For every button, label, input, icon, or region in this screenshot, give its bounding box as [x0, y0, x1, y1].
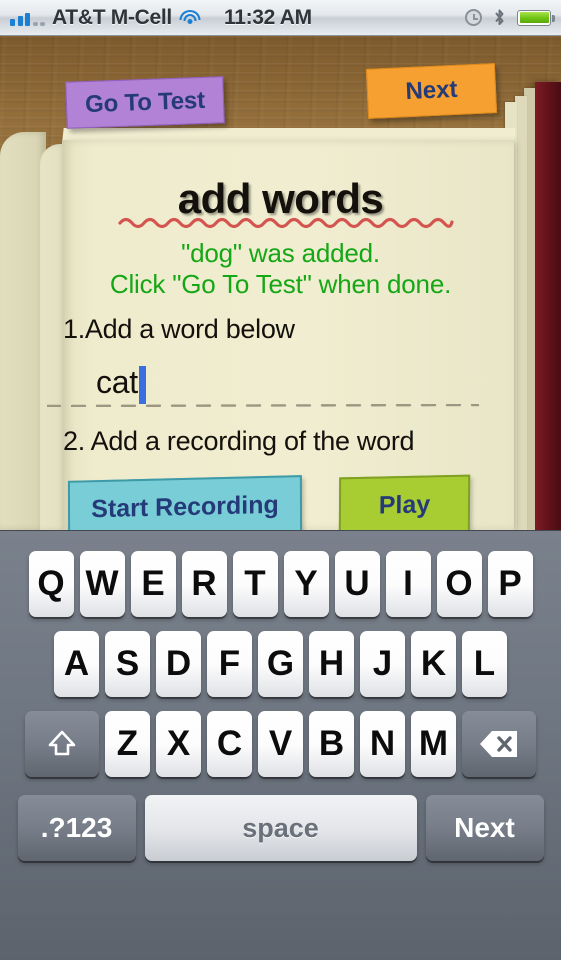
key-s[interactable]: S: [105, 631, 150, 697]
key-w[interactable]: W: [79, 551, 125, 617]
key-o[interactable]: O: [436, 551, 482, 617]
key-v[interactable]: V: [258, 711, 303, 777]
key-c[interactable]: C: [207, 711, 252, 777]
keyboard-row-2: ASDFGHJKL: [0, 617, 561, 697]
key-g[interactable]: G: [258, 631, 303, 697]
key-x[interactable]: X: [156, 711, 201, 777]
instruction-message: Click "Go To Test" when done.: [109, 269, 452, 299]
iphone-screen: AT&T M-Cell 11:32 AM Go To Test Next add…: [0, 0, 561, 960]
go-to-test-label: Go To Test: [84, 86, 206, 118]
return-next-label: Next: [454, 812, 515, 843]
key-t[interactable]: T: [232, 551, 278, 617]
word-input[interactable]: cat: [47, 364, 514, 408]
key-r[interactable]: R: [181, 551, 227, 617]
app-content: Go To Test Next add words "dog" was adde…: [0, 36, 561, 530]
start-recording-label: Start Recording: [91, 490, 279, 523]
numeric-switch-label: .?123: [40, 812, 113, 843]
return-next-key[interactable]: Next: [425, 795, 544, 861]
key-j[interactable]: J: [360, 631, 405, 697]
space-key[interactable]: space: [144, 795, 417, 861]
status-bar-left: AT&T M-Cell 11:32 AM: [0, 6, 312, 30]
key-b[interactable]: B: [309, 711, 354, 777]
shift-arrow-icon: [48, 730, 76, 756]
keyboard-row-3-letters: ZXCVBNM: [105, 711, 456, 777]
key-u[interactable]: U: [334, 551, 380, 617]
play-label: Play: [378, 490, 431, 520]
key-z[interactable]: Z: [105, 711, 150, 777]
dashed-input-line: [47, 404, 479, 407]
numeric-switch-key[interactable]: .?123: [17, 795, 136, 861]
alarm-clock-icon: [465, 9, 482, 26]
start-recording-button[interactable]: Start Recording: [67, 475, 303, 530]
space-label: space: [242, 812, 319, 843]
key-d[interactable]: D: [156, 631, 201, 697]
key-p[interactable]: P: [487, 551, 533, 617]
delete-key[interactable]: [462, 711, 536, 777]
step-two-label: 2. Add a recording of the word: [63, 426, 415, 456]
key-e[interactable]: E: [130, 551, 176, 617]
key-n[interactable]: N: [360, 711, 405, 777]
book-cover-right: [535, 82, 561, 530]
key-k[interactable]: K: [411, 631, 456, 697]
carrier-label: AT&T M-Cell: [52, 5, 172, 29]
go-to-test-button[interactable]: Go To Test: [65, 76, 225, 129]
backspace-delete-icon: [480, 731, 517, 757]
key-a[interactable]: A: [54, 631, 99, 697]
play-button[interactable]: Play: [338, 474, 471, 530]
battery-icon: [517, 9, 555, 26]
key-y[interactable]: Y: [283, 551, 329, 617]
key-i[interactable]: I: [385, 551, 431, 617]
key-h[interactable]: H: [309, 631, 354, 697]
key-f[interactable]: F: [207, 631, 252, 697]
word-input-value: cat: [96, 364, 138, 400]
bluetooth-icon: [493, 8, 506, 27]
squiggle-underline-icon: [118, 217, 454, 229]
key-l[interactable]: L: [462, 631, 507, 697]
key-q[interactable]: Q: [28, 551, 74, 617]
status-bar: AT&T M-Cell 11:32 AM: [0, 0, 561, 36]
next-label: Next: [404, 75, 459, 106]
keyboard-row-1: QWERTYUIOP: [0, 531, 561, 617]
step-one-label: 1.Add a word below: [63, 314, 295, 344]
keyboard-row-4: .?123 space Next: [0, 777, 561, 861]
key-m[interactable]: M: [411, 711, 456, 777]
keyboard-row-3: ZXCVBNM: [0, 697, 561, 777]
on-screen-keyboard[interactable]: QWERTYUIOP ASDFGHJKL ZXCVBNM .?123 space: [0, 530, 561, 960]
status-bar-right: [465, 8, 561, 27]
status-bar-time: 11:32 AM: [223, 5, 312, 29]
next-button[interactable]: Next: [365, 63, 498, 119]
signal-bars-icon: [10, 9, 45, 26]
wifi-icon: [179, 9, 201, 26]
shift-key[interactable]: [25, 711, 99, 777]
word-added-message: "dog" was added.: [181, 238, 380, 268]
text-cursor: [139, 366, 146, 404]
